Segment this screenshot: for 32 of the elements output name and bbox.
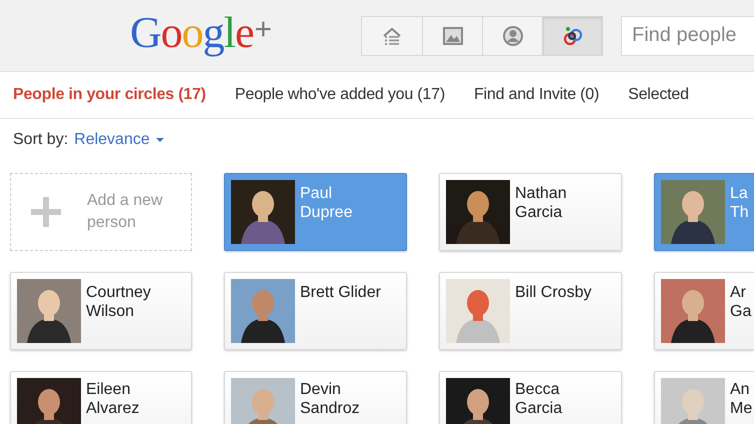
person-name: Paul Dupree	[300, 184, 352, 222]
person-name: Devin Sandroz	[300, 380, 360, 418]
tab[interactable]: Find and Invite (0)	[474, 86, 600, 104]
person-name: Eileen Alvarez	[86, 380, 140, 418]
search-field[interactable]: Find people	[621, 16, 754, 56]
person-card[interactable]: Ar Ga	[654, 272, 754, 350]
nav-button[interactable]	[542, 16, 602, 54]
google-plus-logo[interactable]: Google+	[130, 10, 302, 54]
person-card[interactable]: Becca Garcia	[439, 371, 622, 424]
person-name: Ar Ga	[730, 283, 752, 321]
tab[interactable]: People in your circles (17)	[13, 86, 206, 104]
tab[interactable]: Selected	[628, 86, 689, 104]
person-name: La Th	[730, 184, 749, 222]
person-name: Courtney Wilson	[86, 283, 151, 321]
plus-icon	[31, 197, 61, 227]
caret-icon	[156, 138, 164, 142]
tab[interactable]: People who've added you (17)	[234, 86, 445, 104]
person-name: Becca Garcia	[515, 380, 562, 418]
person-name: Nathan Garcia	[515, 184, 567, 222]
person-name: Bill Crosby	[515, 283, 592, 302]
person-circle-icon	[500, 24, 524, 48]
person-card[interactable]: Devin Sandroz	[224, 371, 407, 424]
sort-dropdown[interactable]: Relevance	[74, 131, 164, 149]
person-card[interactable]: Courtney Wilson	[10, 272, 192, 350]
person-name: Brett Glider	[300, 283, 381, 302]
person-card[interactable]: Nathan Garcia	[439, 173, 622, 251]
person-card[interactable]: Brett Glider	[224, 272, 407, 350]
sort-label: Sort by:	[13, 131, 68, 149]
person-card[interactable]: An Me	[654, 371, 754, 424]
person-card[interactable]: Bill Crosby	[439, 272, 622, 350]
person-card[interactable]: Eileen Alvarez	[10, 371, 192, 424]
person-name: An Me	[730, 380, 752, 418]
